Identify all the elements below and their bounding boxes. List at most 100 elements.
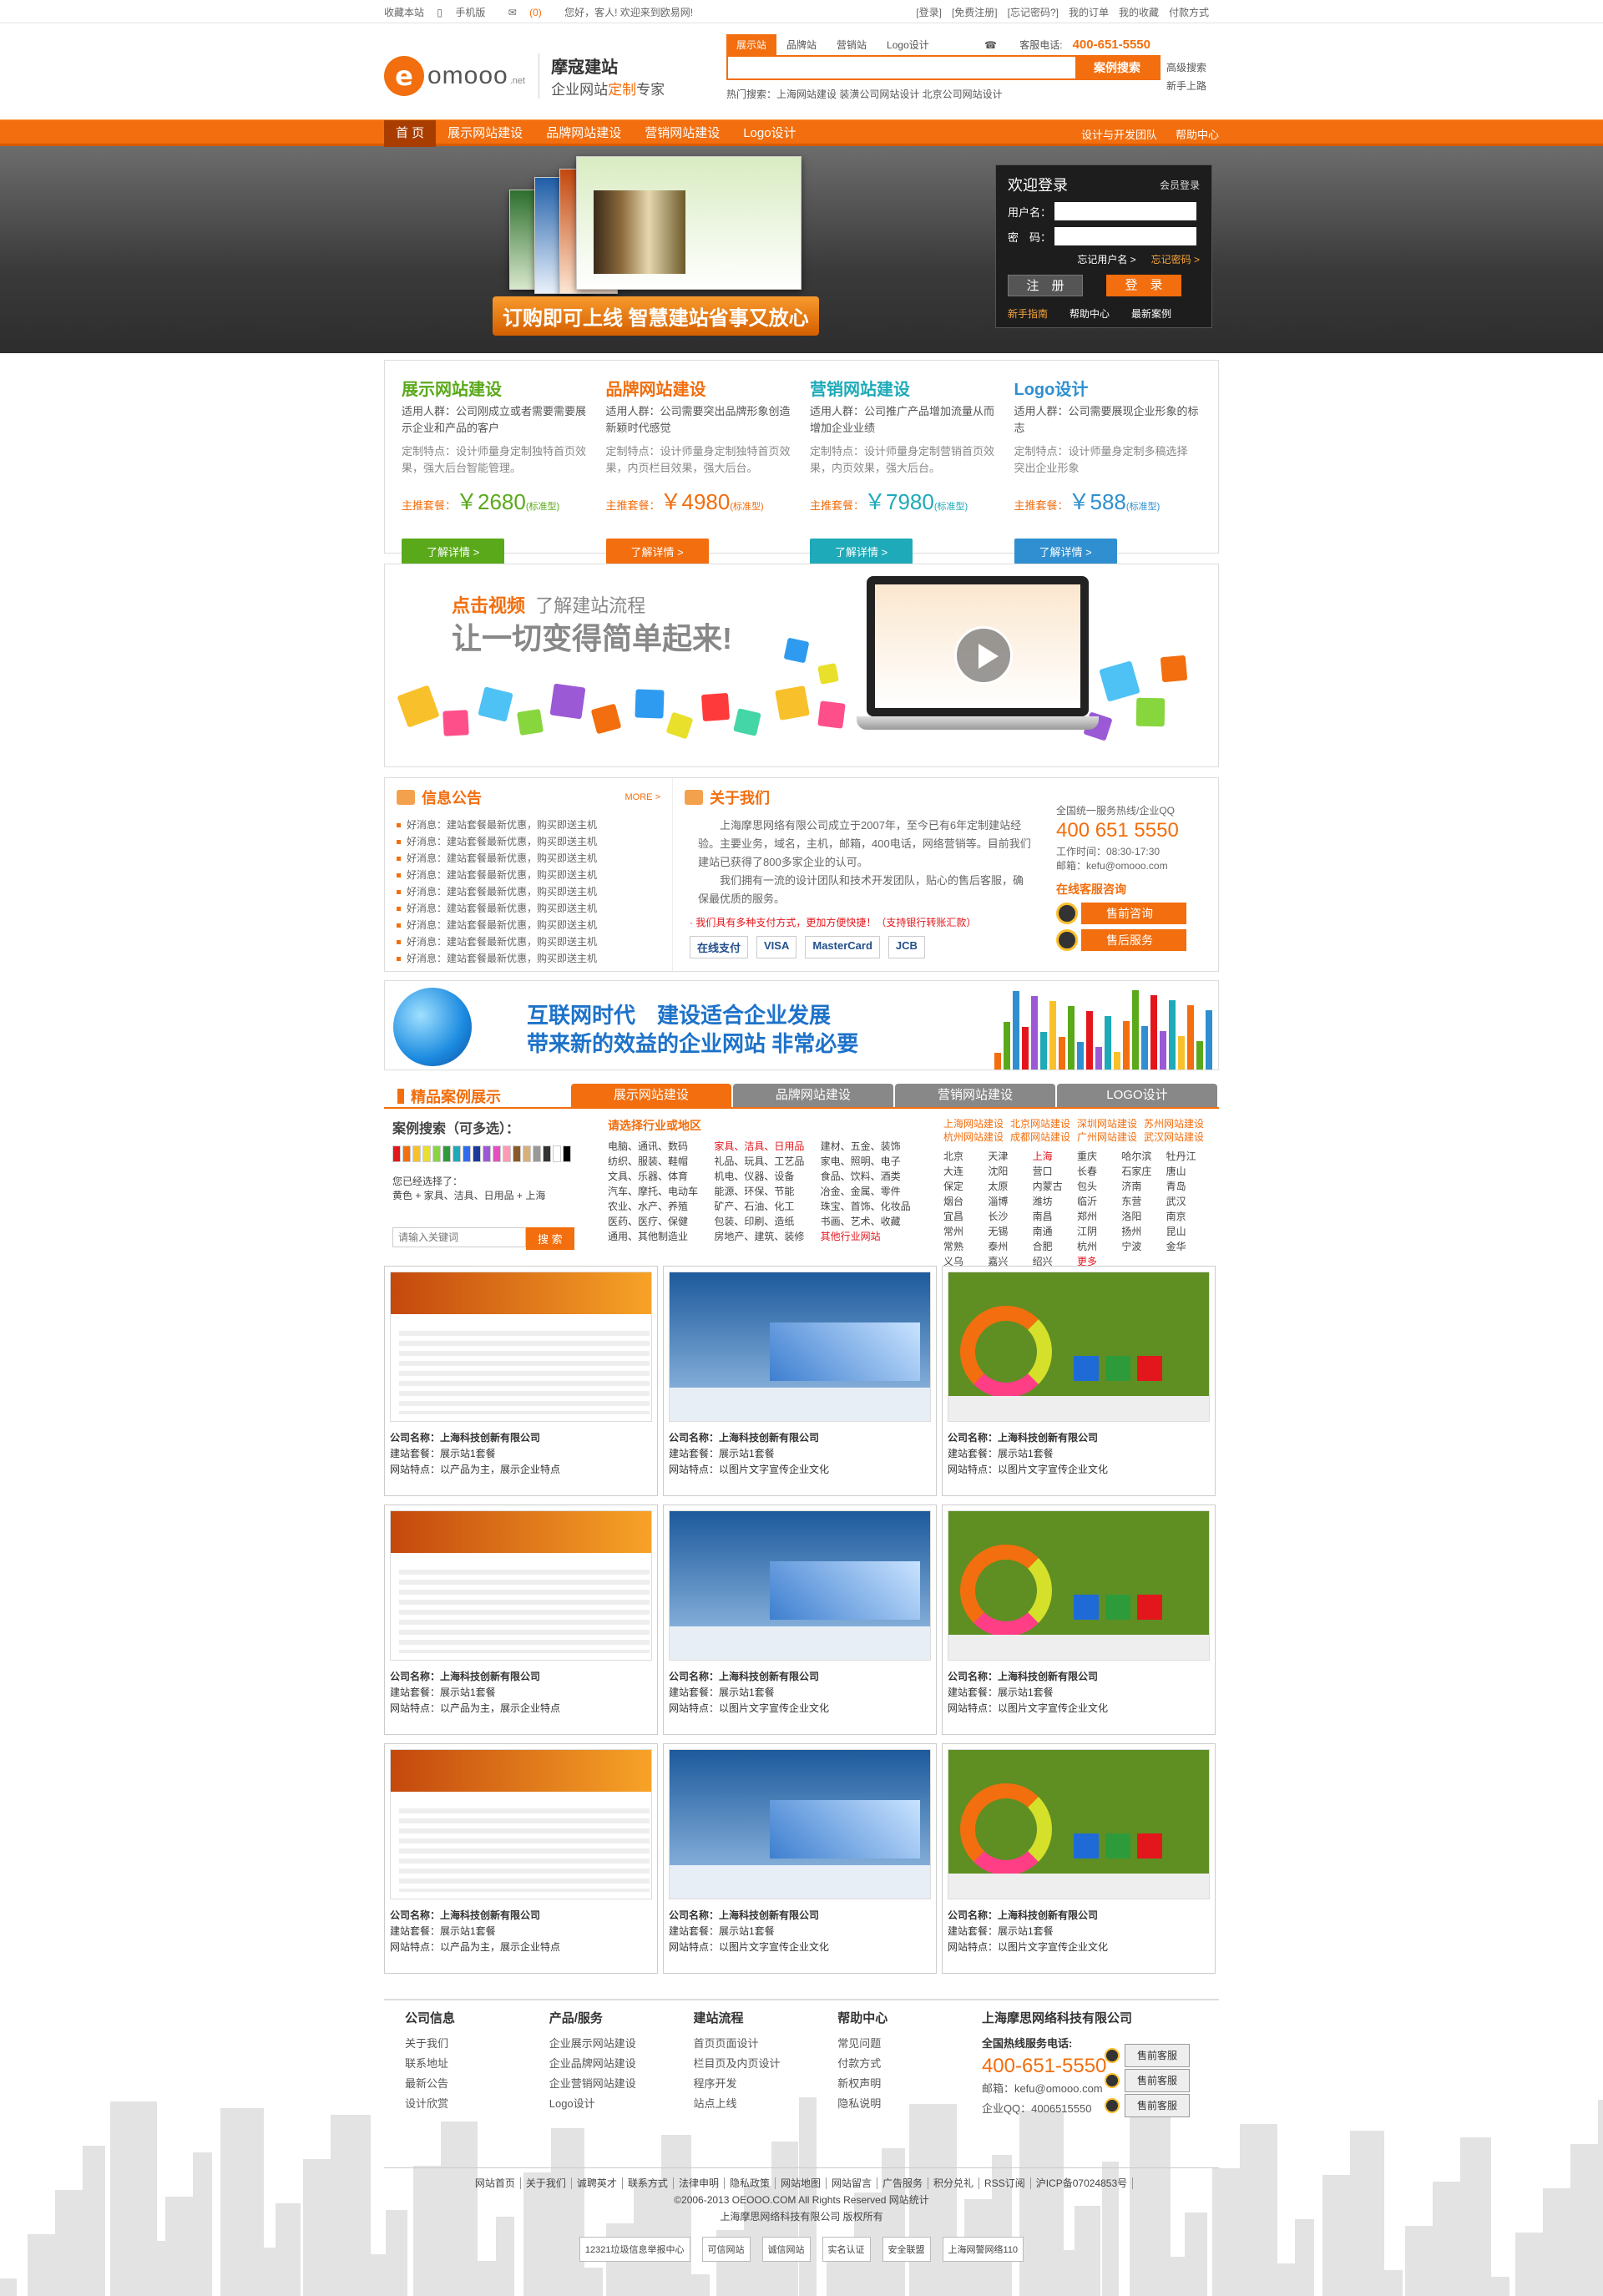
region-option[interactable]: 宁波 xyxy=(1121,1239,1166,1254)
color-swatch[interactable] xyxy=(503,1145,511,1162)
region-option[interactable]: 石家庄 xyxy=(1121,1164,1166,1179)
bookmark-link[interactable]: 收藏本站 xyxy=(384,7,424,18)
message-link[interactable]: ✉ (0) xyxy=(508,7,552,18)
case-thumbnail[interactable] xyxy=(669,1272,931,1422)
region-option[interactable]: 宜昌 xyxy=(943,1209,988,1224)
more-link[interactable]: MORE > xyxy=(625,792,660,802)
guide-link[interactable]: 新手指南 xyxy=(1008,306,1048,321)
footer-bottom-link[interactable]: 广告服务 xyxy=(877,2177,929,2189)
color-swatch[interactable] xyxy=(513,1145,521,1162)
industry-option[interactable]: 机电、仪器、设备 xyxy=(714,1169,820,1184)
region-option[interactable]: 上海 xyxy=(1033,1149,1077,1164)
region-option[interactable]: 长春 xyxy=(1077,1164,1121,1179)
search-tab[interactable]: Logo设计 xyxy=(877,34,939,55)
mobile-link[interactable]: ▯ 手机版 xyxy=(437,7,495,18)
case-thumbnail[interactable] xyxy=(948,1510,1210,1661)
package-detail-button[interactable]: 了解详情 > xyxy=(1014,539,1117,564)
video-banner[interactable]: 点击视频 了解建站流程 让一切变得简单起来! xyxy=(384,564,1219,767)
region-link[interactable]: 深圳网站建设 xyxy=(1077,1117,1144,1130)
case-card[interactable]: 公司名称：上海科技创新有限公司 建站套餐：展示站1套餐 网站特点：以产品为主，展示企… xyxy=(384,1266,658,1496)
region-option[interactable]: 东营 xyxy=(1121,1194,1166,1209)
notice-item[interactable]: 好消息：建站套餐最新优惠，购买即送主机 xyxy=(397,900,660,917)
footer-link[interactable]: 程序开发 xyxy=(693,2074,837,2094)
nav-item[interactable]: 营销网站建设 xyxy=(633,120,731,147)
search-tab[interactable]: 展示站 xyxy=(726,34,777,55)
username-input[interactable] xyxy=(1054,202,1196,220)
help-link[interactable]: 帮助中心 xyxy=(1070,306,1110,321)
industry-option[interactable]: 家具、洁具、日用品 xyxy=(714,1139,820,1154)
region-option[interactable]: 重庆 xyxy=(1077,1149,1121,1164)
top-link[interactable]: 我的订单 xyxy=(1069,7,1109,18)
footer-bottom-link[interactable]: RSS订阅 xyxy=(979,2177,1031,2189)
region-option[interactable]: 江阴 xyxy=(1077,1224,1121,1239)
nav-item[interactable]: 首 页 xyxy=(384,120,437,147)
member-login-link[interactable]: 会员登录 xyxy=(1160,178,1200,192)
search-button[interactable]: 案例搜索 xyxy=(1075,57,1159,78)
color-swatch[interactable] xyxy=(412,1145,421,1162)
color-swatch[interactable] xyxy=(543,1145,551,1162)
region-option[interactable]: 合肥 xyxy=(1033,1239,1077,1254)
region-option[interactable]: 武汉 xyxy=(1166,1194,1211,1209)
search-tab[interactable]: 营销站 xyxy=(827,34,877,55)
trust-badge[interactable]: 实名认证 xyxy=(822,2237,871,2262)
nav-item[interactable]: Logo设计 xyxy=(731,120,807,147)
forgot-username-link[interactable]: 忘记用户名 > xyxy=(1077,252,1135,266)
case-tab[interactable]: 品牌网站建设 xyxy=(732,1084,893,1107)
footer-link[interactable]: 付款方式 xyxy=(837,2054,982,2074)
industry-option[interactable]: 包装、印刷、造纸 xyxy=(714,1214,820,1229)
search-tab[interactable]: 品牌站 xyxy=(776,34,827,55)
nav-item[interactable]: 展示网站建设 xyxy=(436,120,534,147)
trust-badge[interactable]: 诚信网站 xyxy=(761,2237,811,2262)
region-option[interactable]: 济南 xyxy=(1121,1179,1166,1194)
color-swatch[interactable] xyxy=(402,1145,411,1162)
industry-option[interactable]: 礼品、玩具、工艺品 xyxy=(714,1154,820,1169)
region-option[interactable]: 昆山 xyxy=(1166,1224,1211,1239)
notice-item[interactable]: 好消息：建站套餐最新优惠，购买即送主机 xyxy=(397,833,660,850)
footer-link[interactable]: 企业品牌网站建设 xyxy=(549,2054,694,2074)
region-option[interactable]: 青岛 xyxy=(1166,1179,1211,1194)
color-swatch[interactable] xyxy=(473,1145,481,1162)
keyword-input[interactable] xyxy=(392,1227,526,1247)
footer-link[interactable]: 隐私说明 xyxy=(837,2094,982,2114)
login-button[interactable]: 登 录 xyxy=(1106,275,1181,296)
industry-option[interactable]: 纺织、服装、鞋帽 xyxy=(608,1154,714,1169)
footer-bottom-link[interactable]: 网站首页 xyxy=(469,2177,521,2189)
industry-option[interactable]: 通用、其他制造业 xyxy=(608,1229,714,1244)
play-icon[interactable] xyxy=(954,626,1013,685)
case-tab[interactable]: 营销网站建设 xyxy=(894,1084,1055,1107)
footer-bottom-link[interactable]: 关于我们 xyxy=(520,2177,572,2189)
region-link[interactable]: 上海网站建设 xyxy=(943,1117,1010,1130)
region-option[interactable]: 沈阳 xyxy=(988,1164,1032,1179)
footer-bottom-link[interactable]: 联系方式 xyxy=(622,2177,674,2189)
region-option[interactable]: 内蒙古 xyxy=(1033,1179,1077,1194)
region-link[interactable]: 北京网站建设 xyxy=(1010,1117,1077,1130)
case-card[interactable]: 公司名称：上海科技创新有限公司 建站套餐：展示站1套餐 网站特点：以图片文字宣传企业… xyxy=(663,1743,937,1974)
advanced-search-link[interactable]: 高级搜索 xyxy=(1166,58,1206,77)
industry-option[interactable]: 汽车、摩托、电动车 xyxy=(608,1184,714,1199)
case-thumbnail[interactable] xyxy=(948,1272,1210,1422)
notice-item[interactable]: 好消息：建站套餐最新优惠，购买即送主机 xyxy=(397,867,660,883)
trust-badge[interactable]: 安全联盟 xyxy=(882,2237,931,2262)
region-link[interactable]: 杭州网站建设 xyxy=(943,1130,1010,1144)
region-option[interactable]: 南京 xyxy=(1166,1209,1211,1224)
color-swatch[interactable] xyxy=(432,1145,441,1162)
industry-option[interactable]: 电脑、通讯、数码 xyxy=(608,1139,714,1154)
footer-bottom-link[interactable]: 网站地图 xyxy=(775,2177,827,2189)
industry-option[interactable]: 家电、照明、电子 xyxy=(821,1154,927,1169)
color-swatch[interactable] xyxy=(493,1145,501,1162)
case-thumbnail[interactable] xyxy=(948,1749,1210,1899)
region-option[interactable]: 无锡 xyxy=(988,1224,1032,1239)
footer-bottom-link[interactable]: 网站留言 xyxy=(826,2177,877,2189)
trust-badge[interactable]: 可信网站 xyxy=(701,2237,751,2262)
region-option[interactable]: 郑州 xyxy=(1077,1209,1121,1224)
color-swatches[interactable] xyxy=(392,1145,601,1162)
region-option[interactable]: 潍坊 xyxy=(1033,1194,1077,1209)
color-swatch[interactable] xyxy=(533,1145,541,1162)
color-swatch[interactable] xyxy=(463,1145,471,1162)
industry-option[interactable]: 能源、环保、节能 xyxy=(714,1184,820,1199)
footer-link[interactable]: 最新公告 xyxy=(405,2074,549,2094)
case-card[interactable]: 公司名称：上海科技创新有限公司 建站套餐：展示站1套餐 网站特点：以图片文字宣传企业… xyxy=(942,1505,1216,1735)
footer-bottom-link[interactable]: 隐私政策 xyxy=(724,2177,776,2189)
region-link[interactable]: 成都网站建设 xyxy=(1010,1130,1077,1144)
region-option[interactable]: 金华 xyxy=(1166,1239,1211,1254)
